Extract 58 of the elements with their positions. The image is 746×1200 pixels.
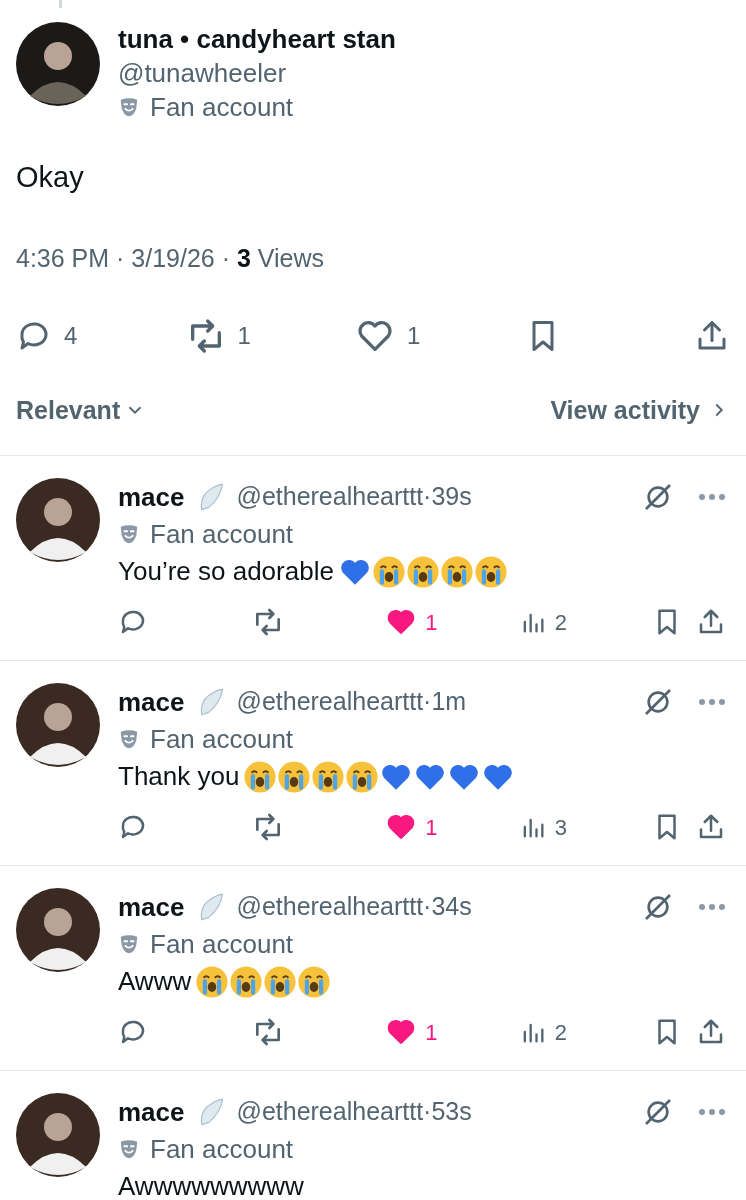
avatar[interactable]: [16, 1093, 100, 1177]
handle[interactable]: @tunawheeler: [118, 56, 396, 90]
more-icon[interactable]: [698, 901, 726, 912]
theater-mask-icon: [118, 96, 140, 118]
like-count: 1: [425, 813, 438, 842]
view-count: 2: [554, 608, 568, 637]
crying-face-icon: [345, 759, 380, 794]
account-label: Fan account: [150, 1132, 294, 1166]
crying-face-icon: [473, 554, 508, 589]
theater-mask-icon: [118, 932, 140, 955]
view-count: 2: [554, 1018, 568, 1047]
avatar[interactable]: [16, 22, 100, 106]
avatar[interactable]: [16, 683, 100, 767]
theater-mask-icon: [118, 1137, 140, 1160]
crying-face-icon: [371, 554, 406, 589]
account-label: Fan account: [150, 91, 294, 124]
reply-handle-and-time[interactable]: @etherealhearttt·1m: [236, 683, 467, 721]
reply-count: 4: [64, 320, 78, 351]
more-icon[interactable]: [698, 491, 726, 502]
reply-text: Awwwwwwwww: [118, 1170, 304, 1200]
theater-mask-icon: [118, 727, 140, 750]
account-label: Fan account: [150, 722, 294, 756]
post-text: Okay: [15, 160, 85, 195]
crying-face-icon: [405, 554, 440, 589]
reply-text: You’re so adorable: [118, 555, 334, 588]
more-icon[interactable]: [698, 696, 726, 707]
reply-author[interactable]: mace: [118, 1094, 185, 1129]
crying-face-icon: [439, 554, 474, 589]
like-count: 1: [425, 1018, 438, 1047]
crying-face-icon: [243, 759, 278, 794]
account-label: Fan account: [150, 517, 294, 551]
reply-author[interactable]: mace: [118, 479, 185, 514]
reply-author[interactable]: mace: [118, 889, 185, 924]
repost-count: 1: [237, 320, 251, 351]
view-activity-link[interactable]: View activity: [550, 391, 730, 429]
crying-face-icon: [311, 759, 346, 794]
crying-face-icon: [297, 964, 332, 999]
reply-handle-and-time[interactable]: @etherealhearttt·53s: [236, 1093, 472, 1131]
reply-handle-and-time[interactable]: @etherealhearttt·39s: [236, 478, 472, 516]
view-count: 3: [554, 813, 568, 842]
reply-text: Awww: [118, 965, 192, 998]
like-count: 1: [407, 320, 421, 351]
reply-author[interactable]: mace: [118, 684, 185, 719]
avatar[interactable]: [16, 478, 100, 562]
crying-face-icon: [195, 964, 230, 999]
reply-handle-and-time[interactable]: @etherealhearttt·34s: [236, 888, 472, 926]
theater-mask-icon: [118, 522, 140, 545]
post-metadata: 4:36 PM · 3/19/26 · 3 Views: [16, 244, 325, 272]
display-name[interactable]: tuna • candyheart stan: [118, 22, 396, 56]
avatar[interactable]: [16, 888, 100, 972]
account-label: Fan account: [150, 927, 294, 961]
crying-face-icon: [229, 964, 264, 999]
more-icon[interactable]: [698, 1106, 726, 1117]
like-count: 1: [425, 608, 438, 637]
reply-text: Thank you: [118, 760, 240, 793]
crying-face-icon: [277, 759, 312, 794]
sort-dropdown[interactable]: Relevant: [16, 391, 147, 429]
crying-face-icon: [263, 964, 298, 999]
